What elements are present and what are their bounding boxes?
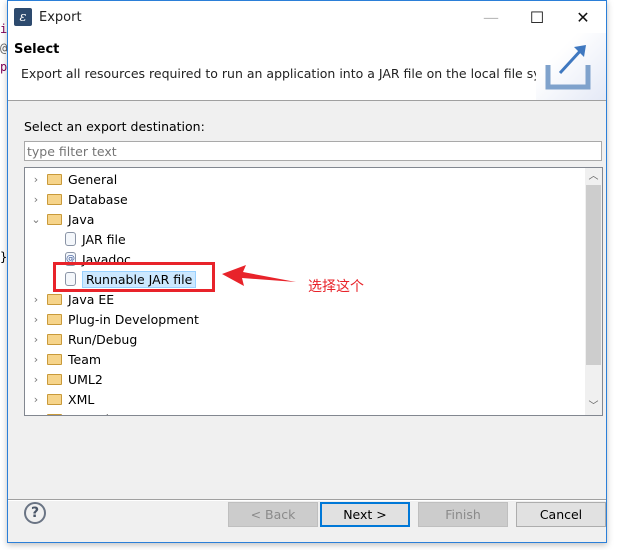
export-icon [545, 45, 591, 90]
folder-icon [47, 193, 62, 205]
minimize-button[interactable]: — [468, 1, 514, 33]
folder-icon [47, 393, 62, 405]
arrow-icon [222, 265, 296, 286]
folder-icon [47, 293, 62, 305]
chevron-right-icon[interactable]: › [29, 333, 43, 346]
tree-item-label: XML [68, 391, 95, 407]
chevron-down-icon[interactable]: ⌄ [29, 413, 43, 416]
title-bar[interactable]: ε Export — ☐ ✕ [8, 1, 606, 33]
cancel-button[interactable]: Cancel [516, 502, 606, 527]
tree-item-team[interactable]: › Team [29, 349, 101, 369]
annotation-text: 选择这个 [308, 279, 364, 295]
chevron-right-icon[interactable]: › [29, 373, 43, 386]
tree-scrollbar[interactable]: ︿ ﹀ [585, 168, 602, 415]
tree-item-label: Java [68, 211, 95, 227]
folder-icon [47, 413, 62, 415]
eclipse-icon: ε [14, 8, 32, 26]
tree-item-label: UML2 [68, 371, 103, 387]
folder-icon [47, 173, 62, 185]
tree-item-label: Java EE [68, 291, 115, 307]
highlight-box [53, 262, 215, 292]
chevron-down-icon[interactable]: ⌄ [29, 213, 43, 226]
tree-item-uml2[interactable]: › UML2 [29, 369, 103, 389]
tree-item-jar-file[interactable]: JAR file [65, 229, 126, 249]
tree-item-plug-in-development[interactable]: › Plug-in Development [29, 309, 199, 329]
filter-input[interactable] [24, 141, 602, 161]
footer-separator [8, 499, 606, 501]
tree-item-general[interactable]: › General [29, 169, 117, 189]
tree-item-label: General [68, 171, 118, 187]
maximize-button[interactable]: ☐ [514, 1, 560, 33]
page-title: Select [14, 42, 60, 57]
scroll-down-icon[interactable]: ﹀ [585, 398, 602, 415]
tree-item-label: Team [68, 351, 102, 367]
wizard-header: Select Export all resources required to … [8, 33, 606, 101]
chevron-right-icon[interactable]: › [29, 313, 43, 326]
tree-item-label: Oomph [68, 412, 114, 416]
folder-icon [47, 333, 62, 345]
tree-item-java[interactable]: ⌄ Java [29, 209, 94, 229]
folder-icon [47, 213, 62, 225]
chevron-right-icon[interactable]: › [29, 173, 43, 186]
export-banner [536, 33, 606, 100]
page-description: Export all resources required to run an … [21, 66, 576, 81]
chevron-right-icon[interactable]: › [29, 293, 43, 306]
tree-item-label: Plug-in Development [68, 311, 199, 327]
finish-button[interactable]: Finish [418, 502, 508, 527]
tree-item-oomph[interactable]: ⌄ Oomph [29, 409, 114, 416]
tree-item-label: Run/Debug [68, 331, 138, 347]
tree-item-xml[interactable]: › XML [29, 389, 95, 409]
scroll-thumb[interactable] [586, 185, 601, 365]
chevron-right-icon[interactable]: › [29, 353, 43, 366]
tree-item-label: Database [68, 191, 128, 207]
destination-label: Select an export destination: [24, 119, 205, 134]
folder-icon [47, 353, 62, 365]
chevron-right-icon[interactable]: › [29, 393, 43, 406]
help-icon[interactable]: ? [24, 502, 46, 524]
folder-icon [47, 373, 62, 385]
close-button[interactable]: ✕ [560, 1, 606, 33]
window-title: Export [39, 9, 82, 25]
folder-icon [47, 313, 62, 325]
jar-icon [65, 232, 76, 246]
chevron-right-icon[interactable]: › [29, 193, 43, 206]
tree-item-database[interactable]: › Database [29, 189, 128, 209]
back-button[interactable]: < Back [228, 502, 318, 527]
tree-item-label: JAR file [82, 231, 126, 247]
scroll-up-icon[interactable]: ︿ [585, 168, 602, 185]
tree-item-run-debug[interactable]: › Run/Debug [29, 329, 138, 349]
next-button[interactable]: Next > [320, 502, 410, 527]
tree-item-java-ee[interactable]: › Java EE [29, 289, 114, 309]
